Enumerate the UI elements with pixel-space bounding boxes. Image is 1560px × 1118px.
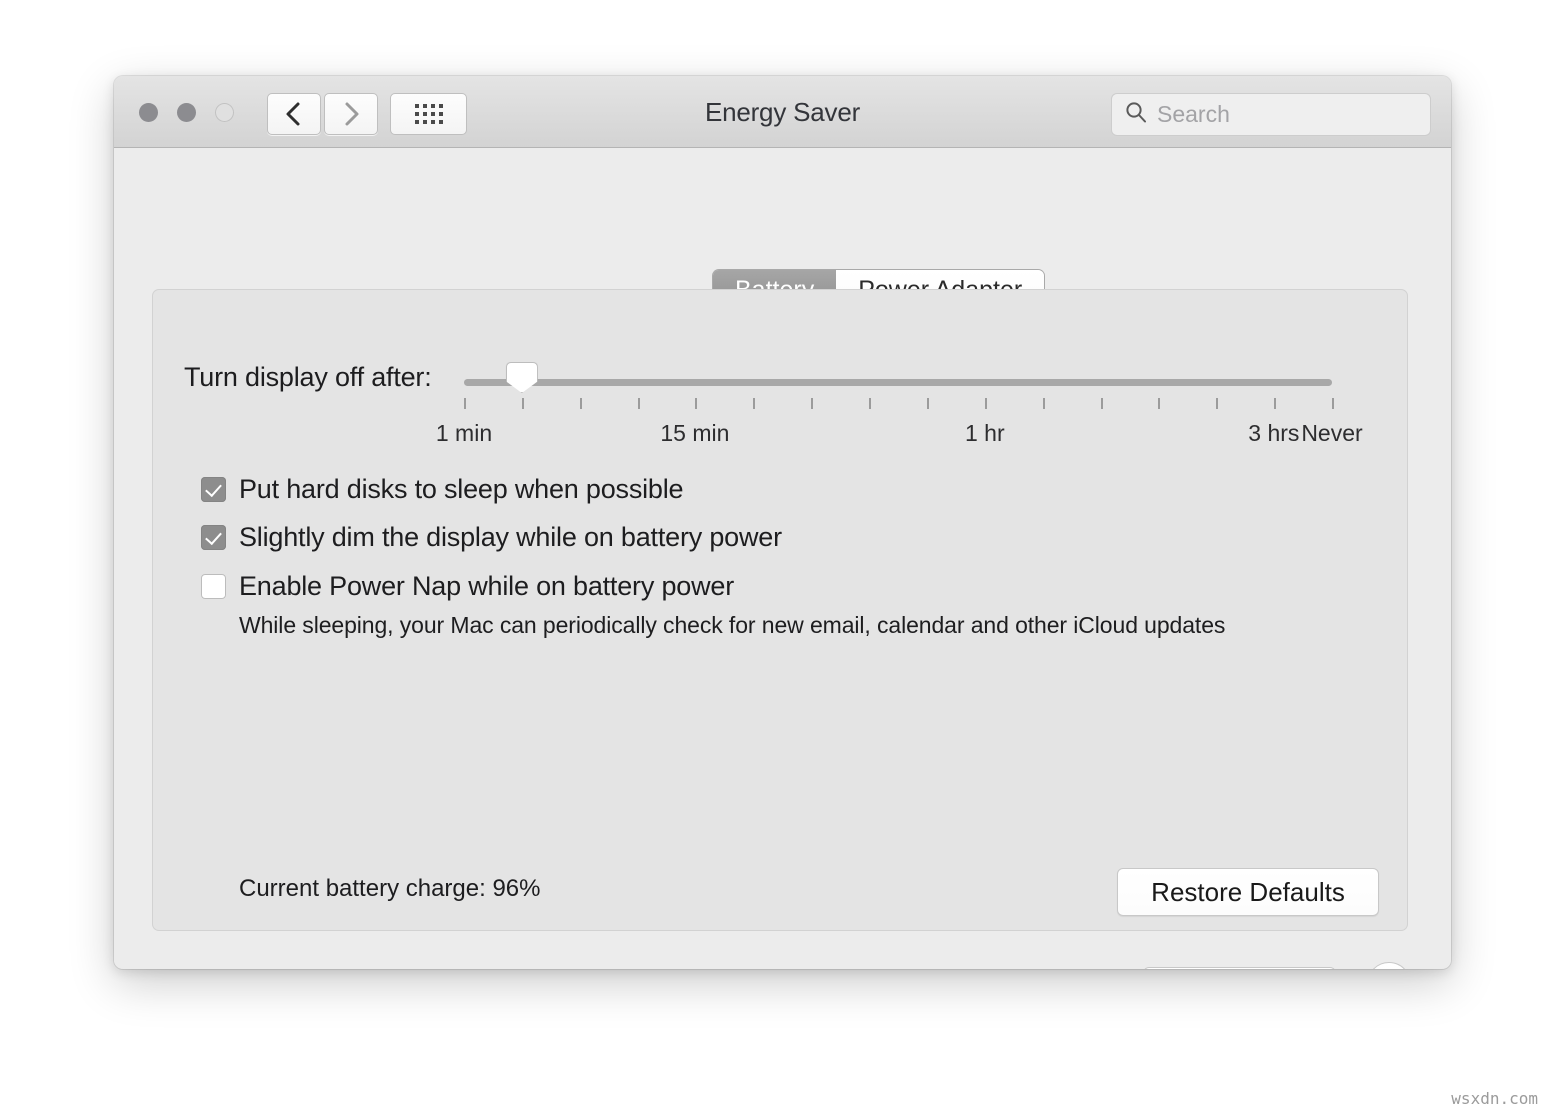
energy-saver-window: Energy Saver Search Battery Power Adapte… [114, 76, 1451, 969]
schedule-button[interactable]: Schedule... [1143, 967, 1336, 969]
window-body: Battery Power Adapter Turn display off a… [114, 148, 1451, 969]
slider-tick-label: 1 min [435, 420, 493, 446]
slider-tick-labels: 1 min 15 min 1 hr 3 hrs Never [153, 420, 1409, 450]
slider-tick [464, 398, 466, 409]
current-battery-charge-text: Current battery charge: 96% [239, 875, 541, 902]
slider-tick [521, 398, 524, 409]
help-button[interactable]: ? [1367, 962, 1411, 969]
option-row-dim-display[interactable]: Slightly dim the display while on batter… [201, 519, 1381, 555]
slider-tick [1332, 398, 1334, 409]
checkbox-enable-power-nap[interactable] [201, 573, 226, 599]
slider-track[interactable] [464, 379, 1332, 386]
slider-tick [1158, 398, 1161, 409]
slider-tick [869, 398, 872, 409]
option-label-hard-disks: Put hard disks to sleep when possible [239, 474, 684, 504]
power-nap-description: While sleeping, your Mac can periodicall… [239, 612, 1226, 639]
checkbox-put-hard-disks-to-sleep[interactable] [201, 477, 226, 502]
slider-tick-label: Never [1301, 420, 1363, 446]
option-row-power-nap[interactable]: Enable Power Nap while on battery power [201, 568, 1381, 604]
settings-panel: Turn display off after: 1 min 15 min 1 hr 3… [152, 289, 1408, 931]
window-titlebar: Energy Saver Search [114, 76, 1451, 148]
option-label-dim-display: Slightly dim the display while on batter… [239, 522, 782, 553]
option-row-hard-disks[interactable]: Put hard disks to sleep when possible [201, 471, 1381, 507]
slider-thumb[interactable] [505, 362, 538, 393]
slider-tick-marks [464, 398, 1334, 410]
slider-tick [926, 398, 929, 409]
display-sleep-slider[interactable] [464, 362, 1332, 393]
search-input-placeholder[interactable]: Search [1157, 101, 1230, 128]
option-label-power-nap: Enable Power Nap while on battery power [239, 570, 734, 601]
show-battery-status-label: Show battery status in menu bar [199, 966, 580, 969]
checkbox-slightly-dim-display[interactable] [201, 525, 226, 551]
slider-tick [984, 398, 987, 409]
restore-defaults-button[interactable]: Restore Defaults [1117, 868, 1379, 916]
slider-tick [579, 398, 582, 409]
search-icon [1124, 100, 1148, 129]
options-checkbox-list: Put hard disks to sleep when possible Sl… [201, 471, 1381, 639]
slider-tick [1216, 398, 1219, 409]
slider-tick [753, 398, 756, 409]
slider-tick-label: 1 hr [964, 420, 1005, 446]
slider-tick [695, 398, 698, 409]
slider-tick [1042, 398, 1045, 409]
slider-tick [811, 398, 814, 409]
show-battery-status-row[interactable]: Show battery status in menu bar [162, 966, 580, 969]
slider-tick [1100, 398, 1103, 409]
display-sleep-slider-label: Turn display off after: [184, 362, 432, 392]
watermark: wsxdn.com [1451, 1089, 1538, 1108]
search-field[interactable]: Search [1111, 93, 1431, 136]
slider-tick-label: 3 hrs [1248, 420, 1300, 446]
slider-tick [637, 398, 640, 409]
slider-tick-label: 15 min [660, 420, 730, 446]
slider-tick [1274, 398, 1277, 409]
